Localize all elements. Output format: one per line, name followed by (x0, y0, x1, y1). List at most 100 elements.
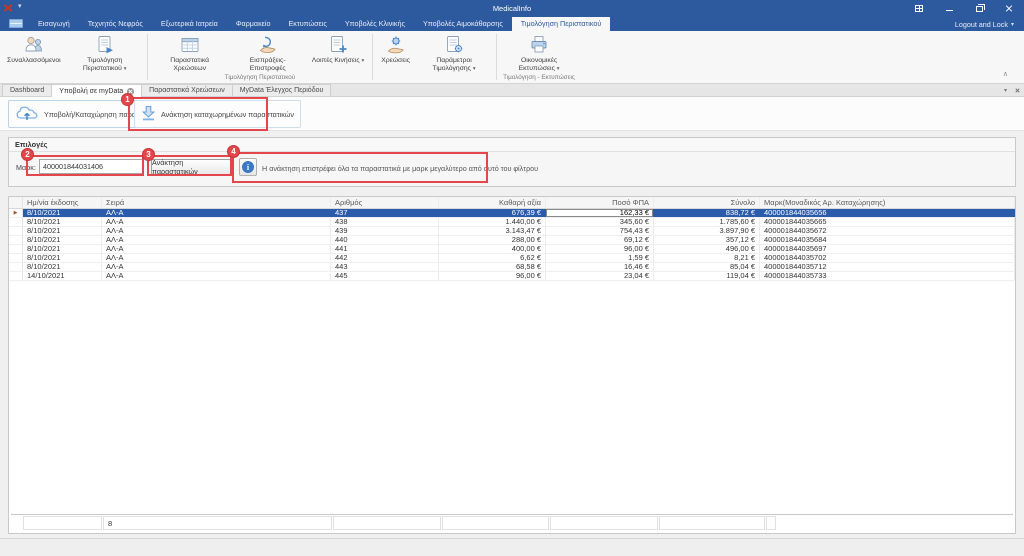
grid-cell[interactable]: 400001844035684 (760, 236, 1015, 244)
ribbon-tab-timologisi-peristatikou[interactable]: Τιμολόγηση Περιστατικού (512, 17, 611, 31)
column-header-number[interactable]: Αριθμός (331, 197, 439, 208)
grid-cell[interactable]: 162,33 € (546, 209, 654, 217)
grid-cell[interactable]: 400001844035656 (760, 209, 1015, 217)
grid-cell[interactable]: 3.897,90 € (654, 227, 760, 235)
table-row[interactable]: 8/10/2021ΑΛ-Α441400,00 €96,00 €496,00 €4… (9, 245, 1015, 254)
grid-cell[interactable]: 8/10/2021 (23, 218, 102, 226)
grid-cell[interactable]: 119,04 € (654, 272, 760, 280)
grid-cell[interactable]: 8/10/2021 (23, 254, 102, 262)
grid-cell[interactable]: ΑΛ-Α (102, 209, 331, 217)
grid-cell[interactable]: 400001844035697 (760, 245, 1015, 253)
contacts-button[interactable]: Συναλλασσόμενοι (2, 31, 66, 74)
collections-refunds-button[interactable]: Εισπράξεις-Επιστροφές (229, 31, 307, 74)
table-row[interactable]: ▶8/10/2021ΑΛ-Α437676,39 €162,33 €838,72 … (9, 209, 1015, 218)
table-row[interactable]: 8/10/2021ΑΛ-Α4426,62 €1,59 €8,21 €400001… (9, 254, 1015, 263)
grid-cell[interactable]: 96,00 € (546, 245, 654, 253)
retrieve-documents-button[interactable]: Ανάκτηση παραστατικών (151, 159, 231, 175)
grid-cell[interactable]: 496,00 € (654, 245, 760, 253)
grid-cell[interactable]: 400001844035665 (760, 218, 1015, 226)
financial-reports-button[interactable]: Οικονομικές Εκτυπώσεις ▾ (500, 31, 578, 74)
ribbon-tab-ektyposeis[interactable]: Εκτυπώσεις (279, 17, 335, 31)
grid-cell[interactable]: 838,72 € (654, 209, 760, 217)
grid-cell[interactable]: ΑΛ-Α (102, 245, 331, 253)
grid-cell[interactable]: 8/10/2021 (23, 236, 102, 244)
grid-cell[interactable]: 69,12 € (546, 236, 654, 244)
grid-cell[interactable]: 400001844035702 (760, 254, 1015, 262)
grid-cell[interactable]: ΑΛ-Α (102, 263, 331, 271)
grid-cell[interactable]: 23,04 € (546, 272, 654, 280)
charge-documents-button[interactable]: Παραστατικά Χρεώσεων (151, 31, 229, 74)
column-header-total[interactable]: Σύνολο (654, 197, 760, 208)
grid-cell[interactable]: 438 (331, 218, 439, 226)
invoice-incident-button[interactable]: Τιμολόγηση Περιστατικού ▾ (66, 31, 144, 74)
grid-cell[interactable]: 96,00 € (439, 272, 546, 280)
retrieve-registered-documents-button[interactable]: Ανάκτηση καταχωρημένων παραστατικών (134, 100, 301, 128)
grid-cell[interactable]: 400001844035712 (760, 263, 1015, 271)
grid-cell[interactable]: ΑΛ-Α (102, 254, 331, 262)
grid-cell[interactable]: 400001844035672 (760, 227, 1015, 235)
grid-cell[interactable]: 440 (331, 236, 439, 244)
grid-cell[interactable]: 8/10/2021 (23, 209, 102, 217)
grid-cell[interactable]: ΑΛ-Α (102, 218, 331, 226)
tab-parastatika-xreoseon[interactable]: Παραστατικά Χρεώσεων (142, 84, 233, 96)
other-movements-button[interactable]: Λοιπές Κινήσεις ▾ (307, 31, 370, 74)
grid-cell[interactable]: 676,39 € (439, 209, 546, 217)
logout-and-lock-button[interactable]: Logout and Lock ▾ (955, 17, 1014, 31)
charges-button[interactable]: Χρεώσεις (376, 31, 415, 74)
mark-input[interactable] (39, 159, 143, 174)
grid-cell[interactable]: 437 (331, 209, 439, 217)
tab-list-dropdown-icon[interactable]: ▾ (1004, 87, 1007, 94)
grid-cell[interactable]: 8/10/2021 (23, 245, 102, 253)
ribbon-tab-farmakeio[interactable]: Φαρμακείο (227, 17, 280, 31)
table-row[interactable]: 8/10/2021ΑΛ-Α4381.440,00 €345,60 €1.785,… (9, 218, 1015, 227)
column-header-issue-date[interactable]: Ημ/νία έκδοσης (23, 197, 102, 208)
grid-cell[interactable]: 6,62 € (439, 254, 546, 262)
column-header-vat-amount[interactable]: Ποσό ΦΠΑ (546, 197, 654, 208)
grid-cell[interactable]: 345,60 € (546, 218, 654, 226)
grid-cell[interactable]: 8,21 € (654, 254, 760, 262)
tab-dashboard[interactable]: Dashboard (2, 84, 52, 96)
grid-cell[interactable]: 754,43 € (546, 227, 654, 235)
column-header-net-value[interactable]: Καθαρή αξία (439, 197, 546, 208)
grid-cell[interactable]: 441 (331, 245, 439, 253)
tab-mydata-elegxos-periodou[interactable]: MyData Έλεγχος Περιόδου (233, 84, 332, 96)
grid-cell[interactable]: ΑΛ-Α (102, 272, 331, 280)
grid-cell[interactable]: 85,04 € (654, 263, 760, 271)
skin-selector-button[interactable] (912, 2, 926, 15)
grid-cell[interactable]: 3.143,47 € (439, 227, 546, 235)
grid-cell[interactable]: 445 (331, 272, 439, 280)
billing-parameters-button[interactable]: Παράμετροι Τιμολόγησης ▾ (415, 31, 493, 74)
ribbon-tab-ypovoles-aimokatharsis[interactable]: Υποβολές Αιμοκάθαρσης (414, 17, 512, 31)
minimize-button[interactable] (942, 2, 956, 15)
grid-cell[interactable]: 443 (331, 263, 439, 271)
grid-cell[interactable]: 1,59 € (546, 254, 654, 262)
grid-cell[interactable]: 8/10/2021 (23, 227, 102, 235)
grid-cell[interactable]: ΑΛ-Α (102, 227, 331, 235)
table-row[interactable]: 8/10/2021ΑΛ-Α44368,58 €16,46 €85,04 €400… (9, 263, 1015, 272)
grid-cell[interactable]: 68,58 € (439, 263, 546, 271)
grid-cell[interactable]: 1.440,00 € (439, 218, 546, 226)
restore-button[interactable] (972, 2, 986, 15)
grid-cell[interactable]: 14/10/2021 (23, 272, 102, 280)
grid-cell[interactable]: 442 (331, 254, 439, 262)
tab-strip-close-icon[interactable] (1015, 88, 1020, 93)
ribbon-tab-eisagogi[interactable]: Εισαγωγή (29, 17, 79, 31)
column-header-mark[interactable]: Μαρκ(Μοναδικός Αρ. Καταχώρησης) (760, 197, 1015, 208)
application-menu-button[interactable] (9, 19, 23, 28)
ribbon-collapse-icon[interactable]: ∧ (1003, 70, 1008, 78)
grid-cell[interactable]: 8/10/2021 (23, 263, 102, 271)
info-button[interactable]: i (239, 158, 257, 176)
ribbon-tab-ypovoles-klinikis[interactable]: Υποβολές Κλινικής (336, 17, 414, 31)
grid-cell[interactable]: 357,12 € (654, 236, 760, 244)
grid-cell[interactable]: 1.785,60 € (654, 218, 760, 226)
close-button[interactable] (1002, 2, 1016, 15)
grid-cell[interactable]: 400,00 € (439, 245, 546, 253)
ribbon-tab-texnitos-nefros[interactable]: Τεχνητός Νεφρός (79, 17, 152, 31)
grid-cell[interactable]: 16,46 € (546, 263, 654, 271)
column-header-series[interactable]: Σειρά (102, 197, 331, 208)
table-row[interactable]: 14/10/2021ΑΛ-Α44596,00 €23,04 €119,04 €4… (9, 272, 1015, 281)
ribbon-tab-exoterika-iatreia[interactable]: Εξωτερικά Ιατρεία (152, 17, 227, 31)
grid-cell[interactable]: 439 (331, 227, 439, 235)
grid-cell[interactable]: 288,00 € (439, 236, 546, 244)
table-row[interactable]: 8/10/2021ΑΛ-Α440288,00 €69,12 €357,12 €4… (9, 236, 1015, 245)
